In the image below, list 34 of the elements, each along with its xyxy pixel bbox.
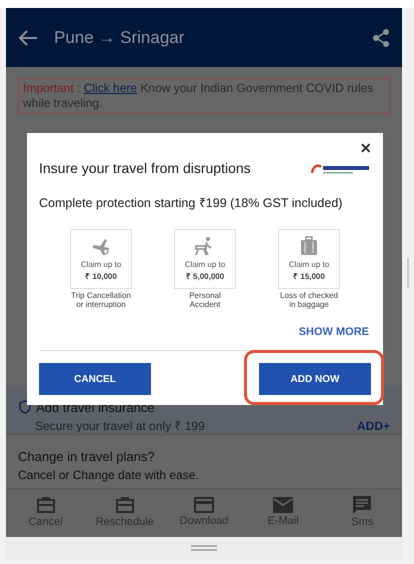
back-arrow-icon[interactable]	[18, 30, 38, 46]
cancel-button[interactable]: CANCEL	[39, 363, 151, 395]
share-icon[interactable]	[372, 28, 390, 46]
change-plans-subtitle: Cancel or Change date with ease.	[18, 467, 200, 484]
mail-icon	[273, 496, 294, 513]
header-title: Pune → Srinagar	[54, 26, 186, 49]
claim-amount: ₹ 5,00,000	[186, 270, 224, 283]
insurance-subtitle: Secure your travel at only ₹ 199	[35, 418, 205, 435]
benefit-caption: Trip Cancellation or interruption	[70, 290, 132, 309]
show-more-link[interactable]: SHOW MORE	[298, 324, 371, 340]
shield-icon	[18, 400, 32, 414]
claim-amount: ₹ 10,000	[85, 270, 117, 283]
insurer-logo	[311, 162, 371, 174]
claim-label: Claim up to	[288, 258, 330, 271]
dialog-subtitle: Complete protection starting ₹199 (18% GST included)	[39, 195, 344, 212]
scrollbar-thumb[interactable]	[407, 258, 409, 288]
claim-label: Claim up to	[184, 258, 226, 271]
click-here-link[interactable]: Click here	[84, 81, 138, 95]
briefcase-icon	[114, 496, 135, 514]
claim-amount: ₹ 15,000	[293, 270, 325, 283]
add-insurance-link[interactable]: ADD+	[356, 417, 390, 435]
close-button[interactable]: ×	[360, 138, 371, 158]
briefcase-icon	[36, 496, 56, 514]
claim-label: Claim up to	[80, 258, 122, 271]
suitcase-icon	[299, 236, 319, 256]
card-icon	[194, 496, 214, 513]
dialog-title: Insure your travel from disruptions	[39, 159, 251, 178]
add-now-button[interactable]: ADD NOW	[259, 363, 371, 395]
chat-icon	[353, 496, 372, 514]
change-plans-title: Change in travel plans?	[18, 448, 156, 466]
benefit-caption: Loss of checked in baggage	[279, 290, 339, 309]
drag-handle-icon[interactable]	[191, 545, 217, 551]
benefit-caption: Personal Accident	[188, 290, 222, 309]
covid-notice: Important : Click here Know your Indian Government COVID rules while traveling.	[18, 78, 390, 114]
